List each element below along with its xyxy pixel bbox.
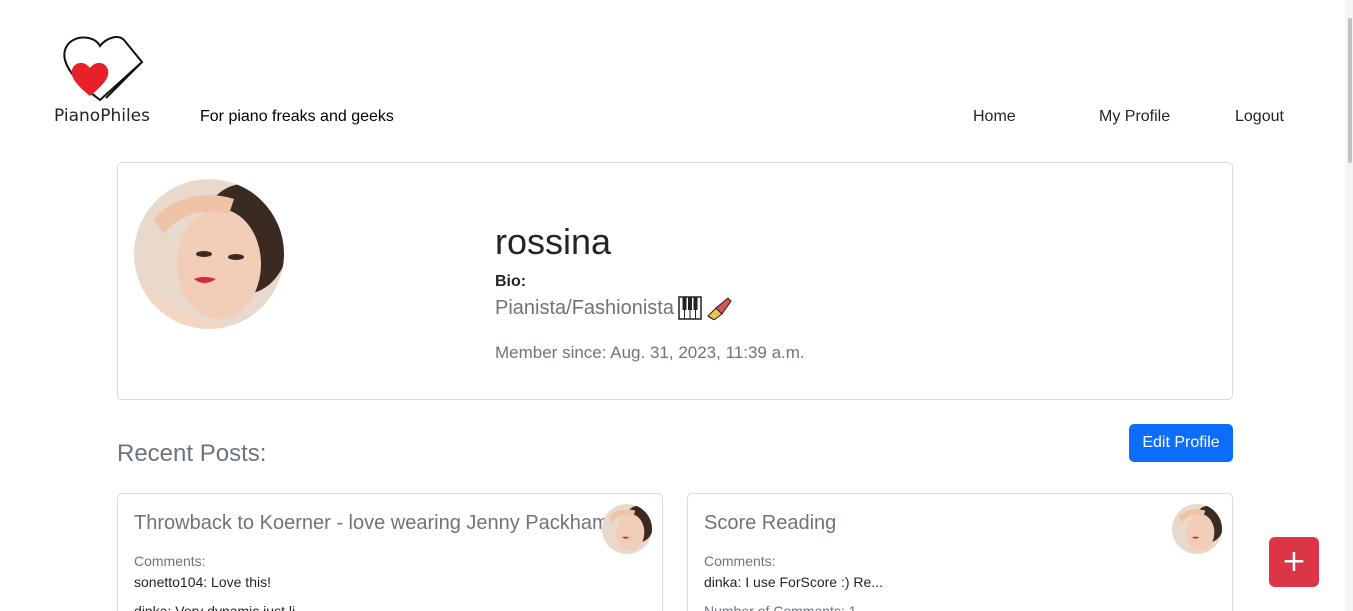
comment-text: dinka: Very dynamic just li...	[134, 603, 307, 611]
paintbrush-icon	[707, 297, 732, 320]
comment-count: Number of Comments: 1	[704, 603, 857, 611]
page: PianoPhiles For piano freaks and geeks H…	[0, 0, 1353, 611]
piano-heart-logo-icon	[63, 36, 144, 102]
page-scrollbar[interactable]	[1345, 0, 1353, 611]
recent-posts-heading: Recent Posts:	[117, 440, 267, 467]
nav-logout-link[interactable]: Logout	[1235, 108, 1284, 126]
profile-avatar	[134, 179, 284, 329]
edit-profile-button[interactable]: Edit Profile	[1129, 424, 1233, 462]
bio-text: Pianista/Fashionista	[495, 296, 674, 319]
add-post-button[interactable]: +	[1269, 537, 1319, 587]
avatar-photo-icon	[1172, 504, 1222, 554]
comments-label: Comments:	[134, 553, 206, 569]
post-author-avatar	[602, 504, 652, 554]
member-since: Member since: Aug. 31, 2023, 11:39 a.m.	[495, 343, 805, 362]
avatar-photo-icon	[602, 504, 652, 554]
nav-home-link[interactable]: Home	[973, 108, 1016, 126]
post-card[interactable]: Score Reading Comments: dinka: I use For…	[687, 493, 1233, 611]
comment-text: dinka: I use ForScore :) Re...	[704, 574, 883, 590]
profile-username: rossina	[495, 221, 612, 262]
post-title[interactable]: Score Reading	[704, 512, 836, 535]
brand-logo[interactable]	[50, 32, 154, 104]
avatar-photo-icon	[134, 179, 284, 329]
scrollbar-thumb[interactable]	[1348, 18, 1352, 163]
nav-my-profile-link[interactable]: My Profile	[1099, 108, 1170, 126]
brand-name[interactable]: PianoPhiles	[54, 106, 150, 126]
post-card[interactable]: Throwback to Koerner - love wearing Jenn…	[117, 493, 663, 611]
comment-text: sonetto104: Love this!	[134, 574, 271, 590]
profile-card: rossina Bio: Pianista/Fashionista Member…	[117, 162, 1233, 400]
bio-label: Bio:	[495, 273, 527, 290]
post-title[interactable]: Throwback to Koerner - love wearing Jenn…	[134, 512, 609, 535]
comments-label: Comments:	[704, 553, 776, 569]
bio-text-row: Pianista/Fashionista	[495, 296, 732, 320]
piano-icon	[678, 296, 702, 320]
post-author-avatar	[1172, 504, 1222, 554]
brand-tagline: For piano freaks and geeks	[200, 108, 394, 125]
